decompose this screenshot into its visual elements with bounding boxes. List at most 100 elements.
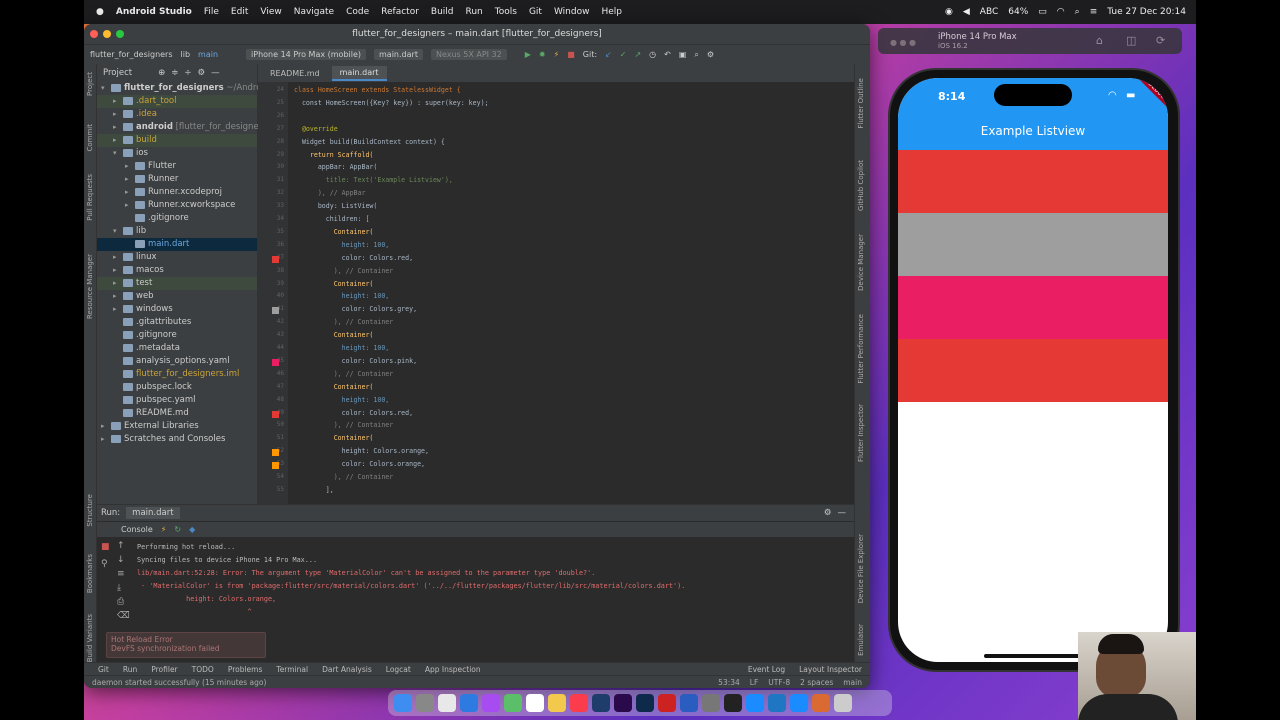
project-tree-item[interactable]: ▸ Runner.xcworkspace: [97, 199, 257, 212]
pull-requests-tool-tab[interactable]: Pull Requests: [86, 174, 94, 221]
bottom-tab-terminal[interactable]: Terminal: [276, 665, 308, 674]
code-line[interactable]: Container(: [294, 331, 374, 339]
flutter-performance-tab[interactable]: Flutter Performance: [857, 314, 865, 384]
expand-arrow-icon[interactable]: ▾: [113, 225, 123, 238]
code-line[interactable]: Container(: [294, 434, 374, 442]
code-line[interactable]: return Scaffold(: [294, 151, 374, 159]
history-icon[interactable]: ◷: [649, 50, 656, 59]
project-tree-item[interactable]: ▸ linux: [97, 251, 257, 264]
hot-reload-icon[interactable]: ⚡: [554, 50, 560, 59]
resource-manager-tool-tab[interactable]: Resource Manager: [86, 254, 94, 319]
stop-icon[interactable]: ■: [567, 50, 575, 59]
code-line[interactable]: Container(: [294, 383, 374, 391]
clear-icon[interactable]: ⌫: [117, 609, 131, 623]
code-line[interactable]: Container(: [294, 228, 374, 236]
expand-arrow-icon[interactable]: ▸: [113, 95, 123, 108]
project-tree-item[interactable]: pubspec.lock: [97, 381, 257, 394]
menu-file[interactable]: File: [204, 7, 219, 17]
launchpad-app-icon[interactable]: [416, 694, 434, 712]
color-swatch-icon[interactable]: [272, 255, 279, 263]
pin-icon[interactable]: ⚲: [101, 556, 115, 573]
rollback-icon[interactable]: ↶: [664, 50, 671, 59]
project-tree-item[interactable]: ▸ android [flutter_for_designe: [97, 121, 259, 134]
menu-code[interactable]: Code: [346, 7, 369, 17]
code-line[interactable]: height: 100,: [294, 241, 390, 249]
color-swatch-icon[interactable]: [272, 358, 279, 366]
code-line[interactable]: class HomeScreen extends StatelessWidget…: [294, 86, 461, 94]
expand-arrow-icon[interactable]: ▸: [125, 199, 135, 212]
expand-arrow-icon[interactable]: ▸: [125, 173, 135, 186]
flutter-inspector-tab[interactable]: Flutter Inspector: [857, 404, 865, 462]
caret-position[interactable]: 53:34: [718, 678, 740, 687]
scroll-up-icon[interactable]: ↑: [117, 539, 131, 553]
premiere-app-icon[interactable]: [614, 694, 632, 712]
project-tree-item[interactable]: ▸ .idea: [97, 108, 257, 121]
maps-app-icon[interactable]: [504, 694, 522, 712]
hot-restart-icon[interactable]: ↻: [174, 525, 181, 534]
sim-window-controls[interactable]: ● ● ●: [890, 38, 916, 47]
bottom-tab-profiler[interactable]: Profiler: [151, 665, 177, 674]
menubar-app-name[interactable]: Android Studio: [116, 7, 192, 17]
menu-refactor[interactable]: Refactor: [381, 7, 419, 17]
expand-arrow-icon[interactable]: ▸: [125, 160, 135, 173]
git-branch[interactable]: main: [843, 678, 862, 687]
run-settings-icon[interactable]: ⚙: [824, 508, 832, 518]
menu-edit[interactable]: Edit: [231, 7, 248, 17]
trash-app-icon[interactable]: [834, 694, 852, 712]
code-line[interactable]: ), // Container: [294, 370, 394, 378]
photoshop-app-icon[interactable]: [636, 694, 654, 712]
code-line[interactable]: const HomeScreen({Key? key}) : super(key…: [294, 99, 489, 107]
breadcrumb-file[interactable]: main: [198, 50, 218, 59]
figma-app-icon[interactable]: [724, 694, 742, 712]
bottom-tab-git[interactable]: Git: [98, 665, 109, 674]
code-line[interactable]: ), // Container: [294, 473, 394, 481]
expand-arrow-icon[interactable]: ▸: [113, 251, 123, 264]
project-tree-item[interactable]: .metadata: [97, 342, 257, 355]
code-line[interactable]: height: 100,: [294, 344, 390, 352]
code-line[interactable]: ), // AppBar: [294, 189, 366, 197]
notes-app-icon[interactable]: [548, 694, 566, 712]
emulator-selector[interactable]: Nexus 5X API 32: [430, 49, 507, 60]
device-selector[interactable]: iPhone 14 Pro Max (mobile): [246, 49, 367, 60]
expand-arrow-icon[interactable]: ▾: [113, 147, 123, 160]
code-line[interactable]: color: Colors.grey,: [294, 305, 417, 313]
code-line[interactable]: ), // Container: [294, 267, 394, 275]
finder2-app-icon[interactable]: [812, 694, 830, 712]
vscode-app-icon[interactable]: [768, 694, 786, 712]
bottom-tab-event-log[interactable]: Event Log: [748, 665, 785, 674]
code-area[interactable]: class HomeScreen extends StatelessWidget…: [294, 82, 849, 504]
screenshot-icon[interactable]: ◫: [1126, 34, 1136, 47]
code-line[interactable]: Widget build(BuildContext context) {: [294, 138, 445, 146]
hide-panel-icon[interactable]: —: [211, 68, 220, 78]
settings-app-icon[interactable]: [702, 694, 720, 712]
code-line[interactable]: ],: [294, 486, 334, 494]
panel-gear-icon[interactable]: ⚙: [197, 68, 205, 78]
project-tree-item[interactable]: ▸ macos: [97, 264, 257, 277]
expand-arrow-icon[interactable]: ▸: [113, 277, 123, 290]
code-line[interactable]: height: Colors.orange,: [294, 447, 429, 455]
code-line[interactable]: color: Colors.pink,: [294, 357, 417, 365]
music-app-icon[interactable]: [570, 694, 588, 712]
expand-arrow-icon[interactable]: ▸: [101, 433, 111, 446]
devtools-icon[interactable]: ◆: [189, 525, 195, 534]
minimize-window-button[interactable]: [103, 30, 111, 38]
color-swatch-icon[interactable]: [272, 462, 279, 470]
commit-tool-tab[interactable]: Commit: [86, 124, 94, 152]
print-icon[interactable]: ⎙: [117, 595, 131, 609]
project-tree-item[interactable]: ▾ ios: [97, 147, 257, 160]
soft-wrap-icon[interactable]: ≡: [117, 567, 131, 581]
menu-view[interactable]: View: [260, 7, 281, 17]
menubar-datetime[interactable]: Tue 27 Dec 20:14: [1107, 7, 1186, 17]
project-tree-item[interactable]: ▸ Runner: [97, 173, 257, 186]
expand-arrow-icon[interactable]: ▸: [113, 134, 123, 147]
expand-icon[interactable]: ÷: [184, 68, 191, 78]
project-tree-item[interactable]: main.dart: [97, 238, 257, 251]
project-tool-tab[interactable]: Project: [86, 72, 94, 96]
project-tree-item[interactable]: ▾ flutter_for_designers ~/Android: [97, 82, 269, 95]
code-line[interactable]: ), // Container: [294, 421, 394, 429]
code-line[interactable]: title: Text('Example Listview'),: [294, 176, 453, 184]
git-commit-icon[interactable]: ✓: [620, 50, 627, 59]
rotate-icon[interactable]: ⟳: [1156, 34, 1165, 47]
color-swatch-icon[interactable]: [272, 449, 279, 457]
menu-build[interactable]: Build: [431, 7, 454, 17]
